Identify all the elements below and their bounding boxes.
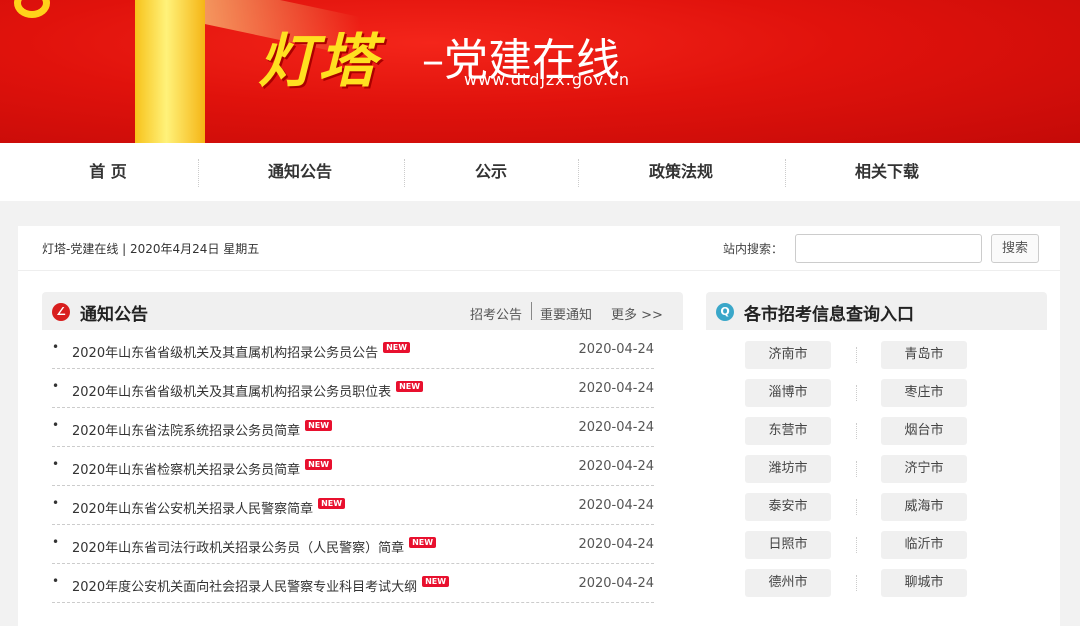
link-important-notices[interactable]: 重要通知 (540, 304, 592, 323)
main-content: 灯塔-党建在线 | 2020年4月24日 星期五 站内搜索： 搜索 ∠ 通知公告… (18, 226, 1060, 626)
notice-item-title[interactable]: 2020年山东省检察机关招录公务员简章 NEW (72, 459, 333, 478)
new-badge: NEW (305, 420, 333, 431)
nav-downloads[interactable]: 相关下载 (855, 143, 919, 201)
notice-title-text: 2020年山东省检察机关招录公务员简章 (72, 463, 301, 478)
new-badge: NEW (422, 576, 450, 587)
new-badge: NEW (305, 459, 333, 470)
new-badge: NEW (409, 537, 437, 548)
city-button[interactable]: 青岛市 (881, 341, 967, 369)
notice-item-title[interactable]: 2020年山东省法院系统招录公务员简章 NEW (72, 420, 333, 439)
bullet: • (52, 418, 60, 432)
city-divider (856, 575, 857, 591)
cities-panel-header: Q 各市招考信息查询入口 (706, 292, 1047, 330)
search-label: 站内搜索： (723, 242, 784, 256)
city-button[interactable]: 泰安市 (745, 493, 831, 521)
nav-divider (404, 159, 405, 187)
bullet: • (52, 340, 60, 354)
notice-item[interactable]: • 2020年山东省司法行政机关招录公务员（人民警察）简章 NEW 2020-04-2… (52, 525, 654, 564)
city-button[interactable]: 日照市 (745, 531, 831, 559)
city-divider (856, 537, 857, 553)
notice-item[interactable]: • 2020年山东省省级机关及其直属机构招录公务员职位表 NEW 2020-04-24 (52, 369, 654, 408)
city-button[interactable]: 德州市 (745, 569, 831, 597)
site-url: www.dtdjzx.gov.cn (464, 70, 631, 89)
notice-item[interactable]: • 2020年山东省省级机关及其直属机构招录公务员公告 NEW 2020-04-24 (52, 330, 654, 369)
notice-panel-header: ∠ 通知公告 招考公告 重要通知 更多 >> (42, 292, 683, 330)
nav-home[interactable]: 首 页 (89, 143, 127, 201)
notice-title: 通知公告 (80, 305, 148, 325)
notice-item[interactable]: • 2020年山东省法院系统招录公务员简章 NEW 2020-04-24 (52, 408, 654, 447)
notice-item-title[interactable]: 2020年山东省省级机关及其直属机构招录公务员公告 NEW (72, 342, 411, 361)
nav-divider (198, 159, 199, 187)
new-badge: NEW (383, 342, 411, 353)
city-button[interactable]: 潍坊市 (745, 455, 831, 483)
notice-item[interactable]: • 2020年度公安机关面向社会招录人民警察专业科目考试大纲 NEW 2020-04-… (52, 564, 654, 603)
link-more[interactable]: 更多 >> (611, 304, 663, 323)
notice-item-title[interactable]: 2020年度公安机关面向社会招录人民警察专业科目考试大纲 NEW (72, 576, 450, 595)
notice-title-text: 2020年度公安机关面向社会招录人民警察专业科目考试大纲 (72, 580, 418, 595)
notice-item-title[interactable]: 2020年山东省司法行政机关招录公务员（人民警察）简章 NEW (72, 537, 437, 556)
link-exam-notices[interactable]: 招考公告 (470, 304, 522, 323)
city-button[interactable]: 临沂市 (881, 531, 967, 559)
search-button[interactable]: 搜索 (991, 234, 1039, 263)
notice-icon: ∠ (52, 303, 70, 321)
bullet: • (52, 496, 60, 510)
links-divider (531, 302, 532, 320)
main-nav: 首 页 通知公告 公示 政策法规 相关下载 (0, 143, 1080, 201)
notice-item-date: 2020-04-24 (578, 498, 654, 513)
info-bar: 灯塔-党建在线 | 2020年4月24日 星期五 站内搜索： 搜索 (18, 226, 1060, 271)
notice-item-title[interactable]: 2020年山东省省级机关及其直属机构招录公务员职位表 NEW (72, 381, 424, 400)
notice-title-text: 2020年山东省法院系统招录公务员简章 (72, 424, 301, 439)
notice-item-date: 2020-04-24 (578, 537, 654, 552)
notice-item-title[interactable]: 2020年山东省公安机关招录人民警察简章 NEW (72, 498, 346, 517)
city-divider (856, 461, 857, 477)
search-icon: Q (716, 303, 734, 321)
nav-divider (785, 159, 786, 187)
bullet: • (52, 535, 60, 549)
notice-title-text: 2020年山东省省级机关及其直属机构招录公务员职位表 (72, 385, 392, 400)
notice-item[interactable]: • 2020年山东省检察机关招录公务员简章 NEW 2020-04-24 (52, 447, 654, 486)
city-divider (856, 385, 857, 401)
notice-title-text: 2020年山东省省级机关及其直属机构招录公务员公告 (72, 346, 379, 361)
bullet: • (52, 457, 60, 471)
notice-item-date: 2020-04-24 (578, 342, 654, 357)
search-input[interactable] (795, 234, 982, 263)
notice-item-date: 2020-04-24 (578, 459, 654, 474)
city-button[interactable]: 淄博市 (745, 379, 831, 407)
city-button[interactable]: 济南市 (745, 341, 831, 369)
site-banner: 灯塔 –党建在线 www.dtdjzx.gov.cn (0, 0, 1080, 143)
bullet: • (52, 379, 60, 393)
nav-notices[interactable]: 通知公告 (268, 143, 332, 201)
city-button[interactable]: 聊城市 (881, 569, 967, 597)
notice-item-date: 2020-04-24 (578, 381, 654, 396)
notice-title-text: 2020年山东省公安机关招录人民警察简章 (72, 502, 314, 517)
city-divider (856, 423, 857, 439)
bullet: • (52, 574, 60, 588)
notice-item-date: 2020-04-24 (578, 420, 654, 435)
city-button[interactable]: 枣庄市 (881, 379, 967, 407)
nav-public[interactable]: 公示 (475, 143, 507, 201)
city-divider (856, 347, 857, 363)
logo-main: 灯塔 (258, 27, 379, 95)
site-date: 灯塔-党建在线 | 2020年4月24日 星期五 (42, 242, 260, 256)
notice-item-date: 2020-04-24 (578, 576, 654, 591)
city-button[interactable]: 烟台市 (881, 417, 967, 445)
party-emblem-icon (14, 0, 50, 18)
nav-divider (578, 159, 579, 187)
nav-policies[interactable]: 政策法规 (649, 143, 713, 201)
new-badge: NEW (318, 498, 346, 509)
notice-title-text: 2020年山东省司法行政机关招录公务员（人民警察）简章 (72, 541, 405, 556)
lighthouse-icon (135, 0, 205, 143)
city-button[interactable]: 东营市 (745, 417, 831, 445)
city-button[interactable]: 威海市 (881, 493, 967, 521)
new-badge: NEW (396, 381, 424, 392)
notice-item[interactable]: • 2020年山东省公安机关招录人民警察简章 NEW 2020-04-24 (52, 486, 654, 525)
city-button[interactable]: 济宁市 (881, 455, 967, 483)
city-divider (856, 499, 857, 515)
cities-title: 各市招考信息查询入口 (744, 305, 914, 325)
